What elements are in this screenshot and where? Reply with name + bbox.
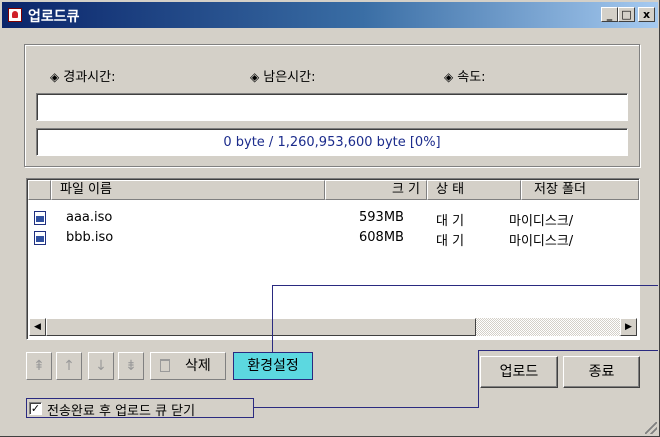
column-header-status[interactable]: 상 태 [427,180,521,200]
move-bottom-button[interactable]: ⇟ [118,352,144,380]
file-progress-bar [36,93,628,121]
upload-button[interactable]: 업로드 [480,356,558,388]
progress-text: 0 byte / 1,260,953,600 byte [0%] [223,135,441,150]
connector-line [478,350,658,351]
scroll-right-icon[interactable]: ▶ [620,318,637,336]
file-size: 608MB [359,230,404,245]
scroll-left-icon[interactable]: ◀ [29,318,46,336]
file-list[interactable]: 파일 이름 크 기 상 태 저장 폴더 aaa.iso 593MB 대 기 마이… [26,178,640,340]
move-up-button[interactable]: ↑ [56,352,82,380]
close-after-complete-checkbox[interactable]: ✓ [29,402,42,415]
close-button[interactable]: x [638,7,655,22]
trash-icon [160,359,170,372]
diamond-bullet-icon: ◈ [250,70,260,84]
connector-line [478,350,479,408]
maximize-button[interactable]: □ [618,7,635,22]
column-header-icon [28,180,51,200]
exit-button[interactable]: 종료 [563,356,640,388]
horizontal-scrollbar[interactable]: ◀ ▶ [29,318,637,336]
close-after-complete-label: 전송완료 후 업로드 큐 닫기 [47,404,196,419]
file-folder: 마이디스크/ [509,214,574,229]
upload-queue-window: 업로드큐 _ □ x ◈ 경과시간: ◈ 남은시간: ◈ 속도: 0 byte / 1… [0,0,660,437]
window-title: 업로드큐 [28,9,80,25]
elapsed-time-label: 경과시간: [63,70,116,85]
connector-line [254,407,479,408]
delete-button[interactable]: 삭제 [150,352,226,380]
title-bar[interactable]: 업로드큐 _ □ x [2,2,658,28]
file-name: aaa.iso [66,210,113,225]
iso-file-icon [34,211,46,225]
connector-line [272,285,273,352]
move-top-button[interactable]: ⇞ [26,352,52,380]
delete-label: 삭제 [185,358,211,374]
resize-grip-icon[interactable] [645,422,657,434]
remaining-time-label: 남은시간: [263,70,316,85]
app-icon [8,8,22,22]
close-after-complete-option[interactable]: ✓ 전송완료 후 업로드 큐 닫기 [26,398,254,419]
file-size: 593MB [359,210,404,225]
scroll-thumb[interactable] [46,318,476,336]
diamond-bullet-icon: ◈ [444,70,454,84]
elapsed-time-stat: ◈ 경과시간: [50,66,115,85]
file-folder: 마이디스크/ [509,234,574,249]
settings-button[interactable]: 환경설정 [233,352,313,380]
remaining-time-stat: ◈ 남은시간: [250,66,315,85]
file-status: 대 기 [436,214,465,229]
column-header-folder[interactable]: 저장 폴더 [521,180,639,200]
minimize-button[interactable]: _ [601,7,618,22]
file-name: bbb.iso [66,230,114,245]
speed-label: 속도: [457,70,486,85]
column-header-size[interactable]: 크 기 [325,180,427,200]
file-row[interactable]: aaa.iso 593MB 대 기 마이디스크/ [29,209,635,229]
speed-stat: ◈ 속도: [444,66,486,85]
file-status: 대 기 [436,234,465,249]
iso-file-icon [34,231,46,245]
column-header-name[interactable]: 파일 이름 [51,180,325,200]
file-row[interactable]: bbb.iso 608MB 대 기 마이디스크/ [29,229,635,249]
move-down-button[interactable]: ↓ [88,352,114,380]
diamond-bullet-icon: ◈ [50,70,60,84]
total-progress-bar: 0 byte / 1,260,953,600 byte [0%] [36,128,628,156]
connector-line [272,285,658,286]
